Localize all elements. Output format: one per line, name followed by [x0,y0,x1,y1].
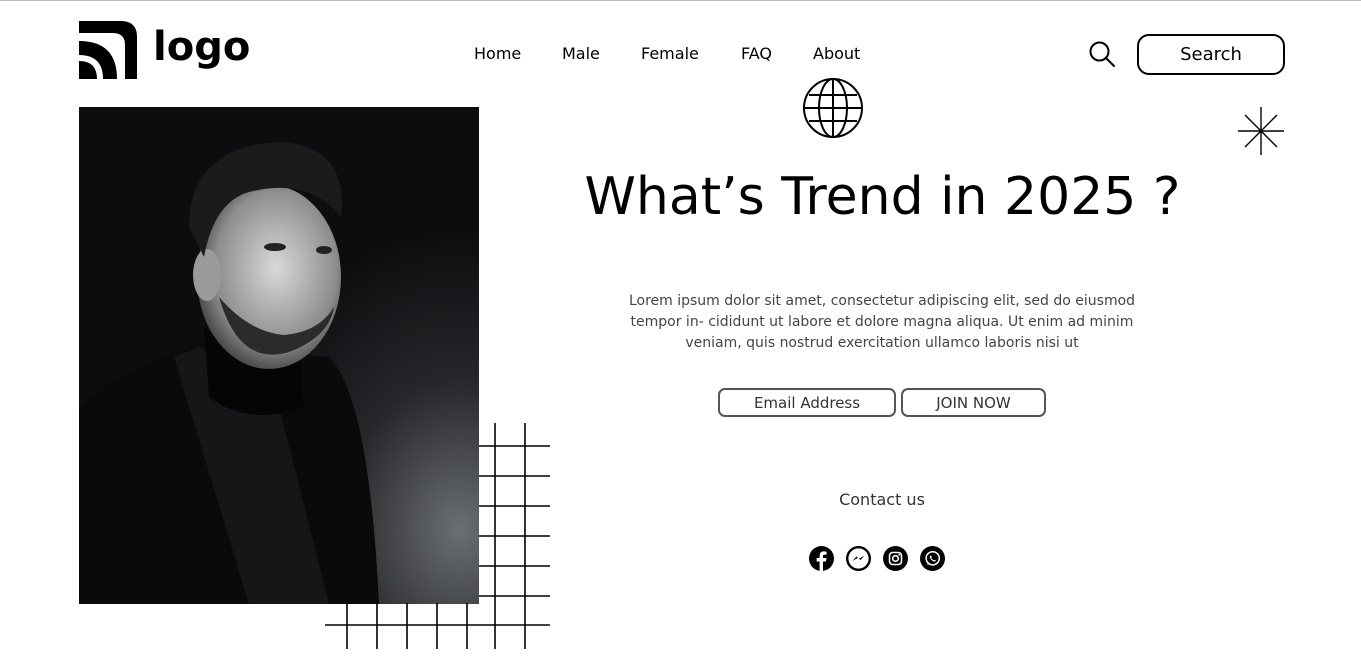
landing-page: logo Home Male Female FAQ About Search W… [0,0,1361,662]
globe-icon [803,78,863,138]
sparkle-icon [1238,107,1284,155]
email-field[interactable] [718,388,896,417]
grid-decoration [325,423,550,649]
contact-label: Contact us [839,490,925,509]
join-now-button[interactable]: JOIN NOW [901,388,1046,417]
hero-title: What’s Trend in 2025 ? [584,167,1181,227]
search-icon[interactable] [1088,40,1116,68]
nav-female[interactable]: Female [641,44,699,63]
social-links [809,546,945,571]
nav-about[interactable]: About [813,44,860,63]
logo-text: logo [153,24,251,70]
whatsapp-icon[interactable] [920,546,945,571]
nav-male[interactable]: Male [562,44,600,63]
instagram-icon[interactable] [883,546,908,571]
logo[interactable]: logo [79,21,250,79]
facebook-icon[interactable] [809,546,834,571]
messenger-icon[interactable] [846,546,871,571]
hero-description: Lorem ipsum dolor sit amet, consectetur … [628,293,1136,351]
search-button[interactable]: Search [1137,34,1285,75]
logo-mark-icon [79,21,137,79]
nav-home[interactable]: Home [474,44,521,63]
nav-faq[interactable]: FAQ [741,44,772,63]
